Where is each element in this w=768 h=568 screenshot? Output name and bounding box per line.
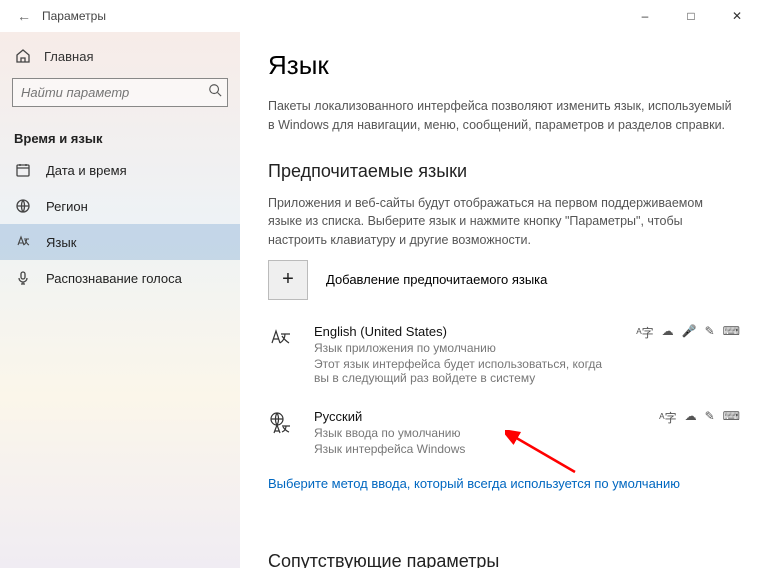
handwriting-icon: ✎ bbox=[705, 324, 715, 385]
close-button[interactable]: ✕ bbox=[714, 0, 760, 32]
preferred-intro: Приложения и веб-сайты будут отображатьс… bbox=[268, 194, 738, 250]
nav-item-speech[interactable]: Распознавание голоса bbox=[0, 260, 240, 296]
language-az-icon bbox=[268, 324, 298, 385]
language-subtitle: Язык приложения по умолчанию bbox=[314, 341, 620, 355]
nav-group-label: Время и язык bbox=[0, 121, 240, 152]
nav-item-language[interactable]: Язык bbox=[0, 224, 240, 260]
add-language-label: Добавление предпочитаемого языка bbox=[326, 272, 547, 287]
speech-icon: 🎤 bbox=[682, 324, 697, 385]
language-item-ru[interactable]: Русский Язык ввода по умолчанию Язык инт… bbox=[268, 403, 740, 474]
keyboard-icon: ⌨ bbox=[723, 324, 740, 385]
nav-item-label: Дата и время bbox=[46, 163, 127, 178]
add-language-row[interactable]: + Добавление предпочитаемого языка bbox=[268, 260, 740, 300]
language-subtitle: Язык ввода по умолчанию bbox=[314, 426, 643, 440]
window-title: Параметры bbox=[42, 9, 106, 23]
nav-item-label: Распознавание голоса bbox=[46, 271, 182, 286]
clock-icon bbox=[14, 162, 32, 178]
language-icon bbox=[14, 234, 32, 250]
sidebar: Главная Время и язык Дата и время bbox=[0, 32, 240, 568]
language-name: English (United States) bbox=[314, 324, 620, 339]
intro-text: Пакеты локализованного интерфейса позвол… bbox=[268, 97, 738, 135]
maximize-button[interactable]: □ bbox=[668, 0, 714, 32]
search-box[interactable] bbox=[12, 78, 228, 107]
back-button[interactable]: ← bbox=[14, 8, 34, 24]
globe-icon bbox=[14, 198, 32, 214]
language-note: Язык интерфейса Windows bbox=[314, 442, 643, 456]
related-heading: Сопутствующие параметры bbox=[268, 551, 740, 568]
search-icon bbox=[208, 83, 222, 97]
preferred-heading: Предпочитаемые языки bbox=[268, 161, 740, 182]
language-name: Русский bbox=[314, 409, 643, 424]
nav-item-label: Язык bbox=[46, 235, 76, 250]
nav-list: Дата и время Регион Язык bbox=[0, 152, 240, 296]
language-item-en[interactable]: English (United States) Язык приложения … bbox=[268, 318, 740, 403]
nav-item-region[interactable]: Регион bbox=[0, 188, 240, 224]
language-note: Этот язык интерфейса будет использоватьс… bbox=[314, 357, 620, 385]
displaylang-icon: ᴬ字 bbox=[636, 324, 653, 385]
tts-icon: ☁ bbox=[685, 409, 697, 456]
language-feature-icons: ᴬ字 ☁ 🎤 ✎ ⌨ bbox=[636, 324, 740, 385]
language-globe-icon bbox=[268, 409, 298, 456]
content-area: Язык Пакеты локализованного интерфейса п… bbox=[240, 32, 768, 568]
search-input[interactable] bbox=[12, 78, 228, 107]
language-feature-icons: ᴬ字 ☁ ✎ ⌨ bbox=[659, 409, 740, 456]
home-icon bbox=[14, 48, 32, 64]
plus-icon: + bbox=[282, 268, 294, 291]
add-button[interactable]: + bbox=[268, 260, 308, 300]
nav-item-datetime[interactable]: Дата и время bbox=[0, 152, 240, 188]
tts-icon: ☁ bbox=[662, 324, 674, 385]
page-heading: Язык bbox=[268, 50, 740, 81]
home-label: Главная bbox=[44, 49, 93, 64]
titlebar: ← Параметры – □ ✕ bbox=[0, 0, 768, 32]
keyboard-icon: ⌨ bbox=[723, 409, 740, 456]
mic-icon bbox=[14, 270, 32, 286]
home-link[interactable]: Главная bbox=[0, 40, 240, 72]
handwriting-icon: ✎ bbox=[705, 409, 715, 456]
default-input-link[interactable]: Выберите метод ввода, который всегда исп… bbox=[268, 476, 680, 491]
displaylang-icon: ᴬ字 bbox=[659, 409, 676, 456]
minimize-button[interactable]: – bbox=[622, 0, 668, 32]
nav-item-label: Регион bbox=[46, 199, 88, 214]
